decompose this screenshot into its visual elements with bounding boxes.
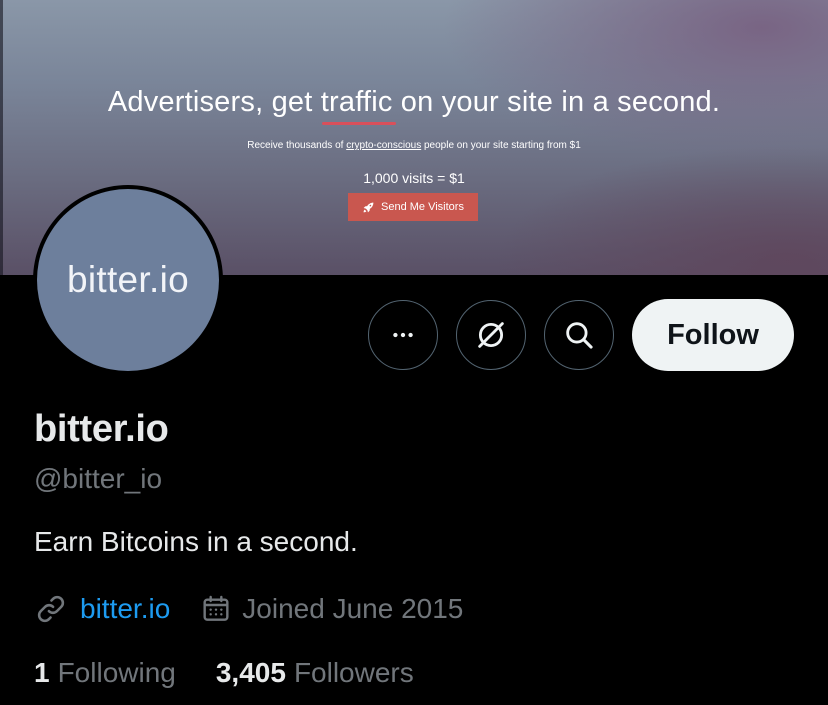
website-link[interactable]: bitter.io [80, 593, 170, 625]
banner-headline: Advertisers, get traffic on your site in… [107, 86, 721, 118]
banner-subline: Receive thousands of crypto-conscious pe… [0, 140, 828, 151]
banner-edge [0, 0, 3, 275]
banner-price: 1,000 visits = $1 [363, 170, 465, 186]
avatar-image: bitter.io [37, 189, 219, 371]
rocket-icon [363, 202, 374, 212]
banner-cta-button: Send Me Visitors [348, 193, 478, 221]
display-name: bitter.io [34, 408, 169, 450]
link-icon [37, 595, 65, 623]
banner-subline-suffix: people on your site starting from $1 [421, 140, 581, 151]
search-button[interactable] [544, 300, 614, 370]
profile-meta: bitter.io Joined June 2015 [34, 590, 463, 628]
banner-subline-prefix: Receive thousands of [247, 140, 347, 151]
profile-stats: 1 Following 3,405 Followers [34, 657, 414, 689]
followers-count: 3,405 [215, 657, 286, 688]
joined-date: Joined June 2015 [242, 593, 464, 624]
follow-button[interactable]: Follow [632, 299, 794, 371]
user-handle: @bitter_io [34, 463, 163, 494]
avatar-text: bitter.io [67, 259, 189, 300]
following-count: 1 [34, 657, 50, 688]
following-stat[interactable]: 1 Following [34, 657, 176, 689]
calendar-icon [203, 595, 229, 621]
grok-button[interactable] [456, 300, 526, 370]
avatar[interactable]: bitter.io [33, 185, 223, 375]
followers-label: Followers [293, 657, 414, 688]
profile-bio: Earn Bitcoins in a second. [34, 526, 358, 557]
banner-headline-underline [322, 122, 396, 125]
following-label: Following [57, 657, 176, 688]
more-horizontal-icon [393, 332, 413, 338]
more-button[interactable] [368, 300, 438, 370]
banner-subline-link: crypto-conscious [346, 140, 422, 151]
banner-cta-label: Send Me Visitors [381, 201, 464, 213]
grok-icon [478, 322, 504, 348]
followers-stat[interactable]: 3,405 Followers [216, 657, 414, 689]
search-icon [566, 322, 593, 349]
